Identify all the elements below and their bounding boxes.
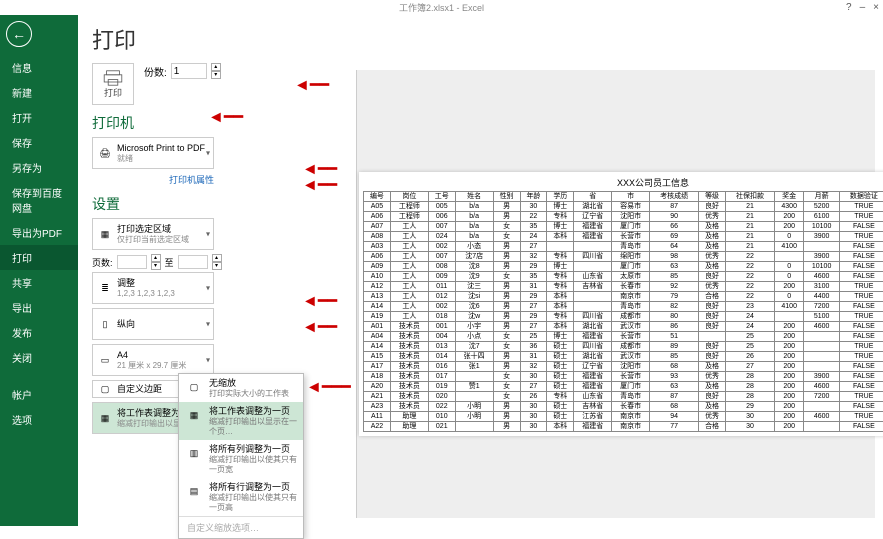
table-row: A10工人009沈9女35专科山东省太原市85良好2204600FALSE202… — [364, 272, 883, 282]
fit-rows-icon: ▤ — [185, 482, 203, 500]
table-row: A22助理021男30本科福建省南京市77合格30200FALSE2023/7/… — [364, 422, 883, 432]
margins-icon: ▢ — [97, 381, 113, 397]
paper-size-dropdown[interactable]: ▭ A421 厘米 x 29.7 厘米 ▾ — [92, 344, 214, 376]
nav-print[interactable]: 打印 — [0, 245, 78, 270]
scaling-option-fit-sheet[interactable]: ▦ 将工作表调整为一页缩减打印输出以显示在一个页… — [179, 402, 303, 440]
portrait-icon: ▯ — [97, 316, 113, 332]
collate-icon: ≣ — [97, 280, 113, 296]
col-header: 工号 — [428, 192, 455, 202]
col-header: 编号 — [364, 192, 391, 202]
table-row: A01技术员001小宇男27本科湖北省武汉市86良好242004600FALSE… — [364, 322, 883, 332]
orientation-dropdown[interactable]: ▯ 纵向 ▾ — [92, 308, 214, 340]
col-header: 社保扣款 — [726, 192, 775, 202]
back-button[interactable]: ← — [6, 21, 32, 47]
printer-icon — [103, 70, 123, 86]
sheet-icon: ▦ — [97, 226, 113, 242]
col-header: 性别 — [493, 192, 520, 202]
col-header: 学历 — [547, 192, 574, 202]
nav-savebaidu[interactable]: 保存到百度网盘 — [0, 180, 78, 220]
chevron-down-icon: ▾ — [206, 320, 210, 329]
chevron-down-icon: ▾ — [206, 284, 210, 293]
nav-account[interactable]: 帐户 — [0, 382, 78, 407]
pages-label: 页数: — [92, 256, 113, 269]
col-header: 年龄 — [520, 192, 547, 202]
print-preview: XXX公司员工信息 编号岗位工号姓名性别年龄学历省市考核成绩等级社保扣款奖金月薪… — [356, 70, 875, 518]
fit-cols-icon: ▥ — [185, 444, 203, 462]
chevron-down-icon: ▾ — [206, 356, 210, 365]
help-icon[interactable]: ? — [846, 2, 852, 13]
nav-publish[interactable]: 发布 — [0, 320, 78, 345]
table-row: A14技术员013沈7女36硕士四川省成都市89良好25200TRUE2023/… — [364, 342, 883, 352]
table-row: A09工人008沈8男29博士厦门市63及格22010100FALSE2023/… — [364, 262, 883, 272]
col-header: 等级 — [699, 192, 726, 202]
table-row: A21技术员020女26专科山东省青岛市87良好282007200TRUE202… — [364, 392, 883, 402]
sheet-title: XXX公司员工信息 — [363, 176, 883, 189]
backstage-nav: ← 信息 新建 打开 保存 另存为 保存到百度网盘 导出为PDF 打印 共享 导… — [0, 15, 78, 526]
nav-share[interactable]: 共享 — [0, 270, 78, 295]
fit-sheet-icon: ▦ — [185, 406, 203, 424]
table-row: A04技术员004小点女25博士福建省长营市5125200FALSE2023/7… — [364, 332, 883, 342]
preview-table: 编号岗位工号姓名性别年龄学历省市考核成绩等级社保扣款奖金月薪数据验证日期 A05… — [363, 191, 883, 432]
copies-spinner[interactable]: ▴▾ — [211, 63, 221, 79]
table-row: A14工人002沈6男27本科青岛市82良好2341007200FALSE202… — [364, 302, 883, 312]
col-header: 省 — [574, 192, 612, 202]
table-row: A17技术员016张1男32硕士辽宁省沈阳市68及格27200FALSE2023… — [364, 362, 883, 372]
page-title: 打印 — [92, 23, 869, 55]
table-row: A13工人012沈si男29本科南京市79合格2204400TRUE2023/7… — [364, 292, 883, 302]
table-row: A19工人018沈w男29专科四川省成都市80良好245100TRUE2023/… — [364, 312, 883, 322]
scaling-option-fit-cols[interactable]: ▥ 将所有列调整为一页缩减打印输出以使其只有一页宽 — [179, 440, 303, 478]
table-row: A05工程师005b/a男30博士湖北省容易市87良好2143005200TRU… — [364, 202, 883, 212]
page-from-input[interactable] — [117, 255, 147, 269]
nav-export-pdf[interactable]: 导出为PDF — [0, 220, 78, 245]
table-row: A08工人024b/a女24本科福建省长营市69及格2103900TRUE202… — [364, 232, 883, 242]
table-row: A11助理010小明男30硕士江苏省南京市94优秀302004600TRUE20… — [364, 412, 883, 422]
copies-label: 份数: — [144, 64, 167, 79]
nav-new[interactable]: 新建 — [0, 80, 78, 105]
page-icon: ▭ — [97, 352, 113, 368]
col-header: 姓名 — [455, 192, 493, 202]
nav-close[interactable]: 关闭 — [0, 345, 78, 370]
fit-icon: ▦ — [97, 410, 113, 426]
nav-options[interactable]: 选项 — [0, 407, 78, 432]
col-header: 市 — [612, 192, 650, 202]
nav-info[interactable]: 信息 — [0, 55, 78, 80]
chevron-down-icon: ▾ — [206, 149, 210, 158]
scaling-option-fit-rows[interactable]: ▤ 将所有行调整为一页缩减打印输出以使其只有一页高 — [179, 478, 303, 516]
print-scope-dropdown[interactable]: ▦ 打印选定区域仅打印当前选定区域 ▾ — [92, 218, 214, 250]
table-row: A18技术员017女30硕士福建省长营市93优秀282003900FALSE20… — [364, 372, 883, 382]
table-row: A03工人002小态男27青岛市64及格214100FALSE2023/6/2 — [364, 242, 883, 252]
table-row: A06工人007沈7店男32专科四川省绵阳市98优秀223900FALSE707… — [364, 252, 883, 262]
printer-status-icon: 🖨 — [97, 145, 113, 161]
scaling-menu: ▢ 无缩放打印实际大小的工作表 ▦ 将工作表调整为一页缩减打印输出以显示在一个页… — [178, 373, 304, 539]
table-row: A15技术员014张十四男31硕士湖北省武汉市85良好26200TRUE2023… — [364, 352, 883, 362]
chevron-down-icon: ▾ — [206, 230, 210, 239]
scaling-custom[interactable]: 自定义缩放选项… — [179, 516, 303, 538]
minimize-icon[interactable]: – — [860, 2, 866, 13]
table-row: A06工程师006b/a男22专科辽宁省沈阳市90优秀212006100TRUE… — [364, 212, 883, 222]
page-to-input[interactable] — [178, 255, 208, 269]
close-icon[interactable]: × — [873, 2, 879, 13]
collate-dropdown[interactable]: ≣ 调整1,2,3 1,2,3 1,2,3 ▾ — [92, 272, 214, 304]
col-header: 考核成绩 — [650, 192, 699, 202]
nav-saveas[interactable]: 另存为 — [0, 155, 78, 180]
nav-export[interactable]: 导出 — [0, 295, 78, 320]
table-row: A20技术员019赞1女27硕士福建省厦门市63及格282004600FALSE… — [364, 382, 883, 392]
nav-open[interactable]: 打开 — [0, 105, 78, 130]
col-header: 月薪 — [804, 192, 840, 202]
table-row: A23技术员022小明男30硕士吉林省长春市68及格29200FALSE2023… — [364, 402, 883, 412]
table-row: A07工人007b/a女35博士福建省厦门市66及格2120010100FALS… — [364, 222, 883, 232]
printer-dropdown[interactable]: 🖨 Microsoft Print to PDF就绪 ▾ — [92, 137, 214, 169]
no-scale-icon: ▢ — [185, 378, 203, 396]
table-row: A12工人011沈三男31专科吉林省长春市92优秀222003100TRUE20… — [364, 282, 883, 292]
col-header: 奖金 — [775, 192, 804, 202]
print-button[interactable]: 打印 — [92, 63, 134, 105]
copies-input[interactable] — [171, 63, 207, 79]
nav-save[interactable]: 保存 — [0, 130, 78, 155]
col-header: 数据验证 — [839, 192, 883, 202]
col-header: 岗位 — [390, 192, 428, 202]
scaling-option-none[interactable]: ▢ 无缩放打印实际大小的工作表 — [179, 374, 303, 402]
printer-properties-link[interactable]: 打印机属性 — [92, 173, 214, 186]
doc-title: 工作簿2.xlsx1 - Excel — [399, 1, 484, 14]
